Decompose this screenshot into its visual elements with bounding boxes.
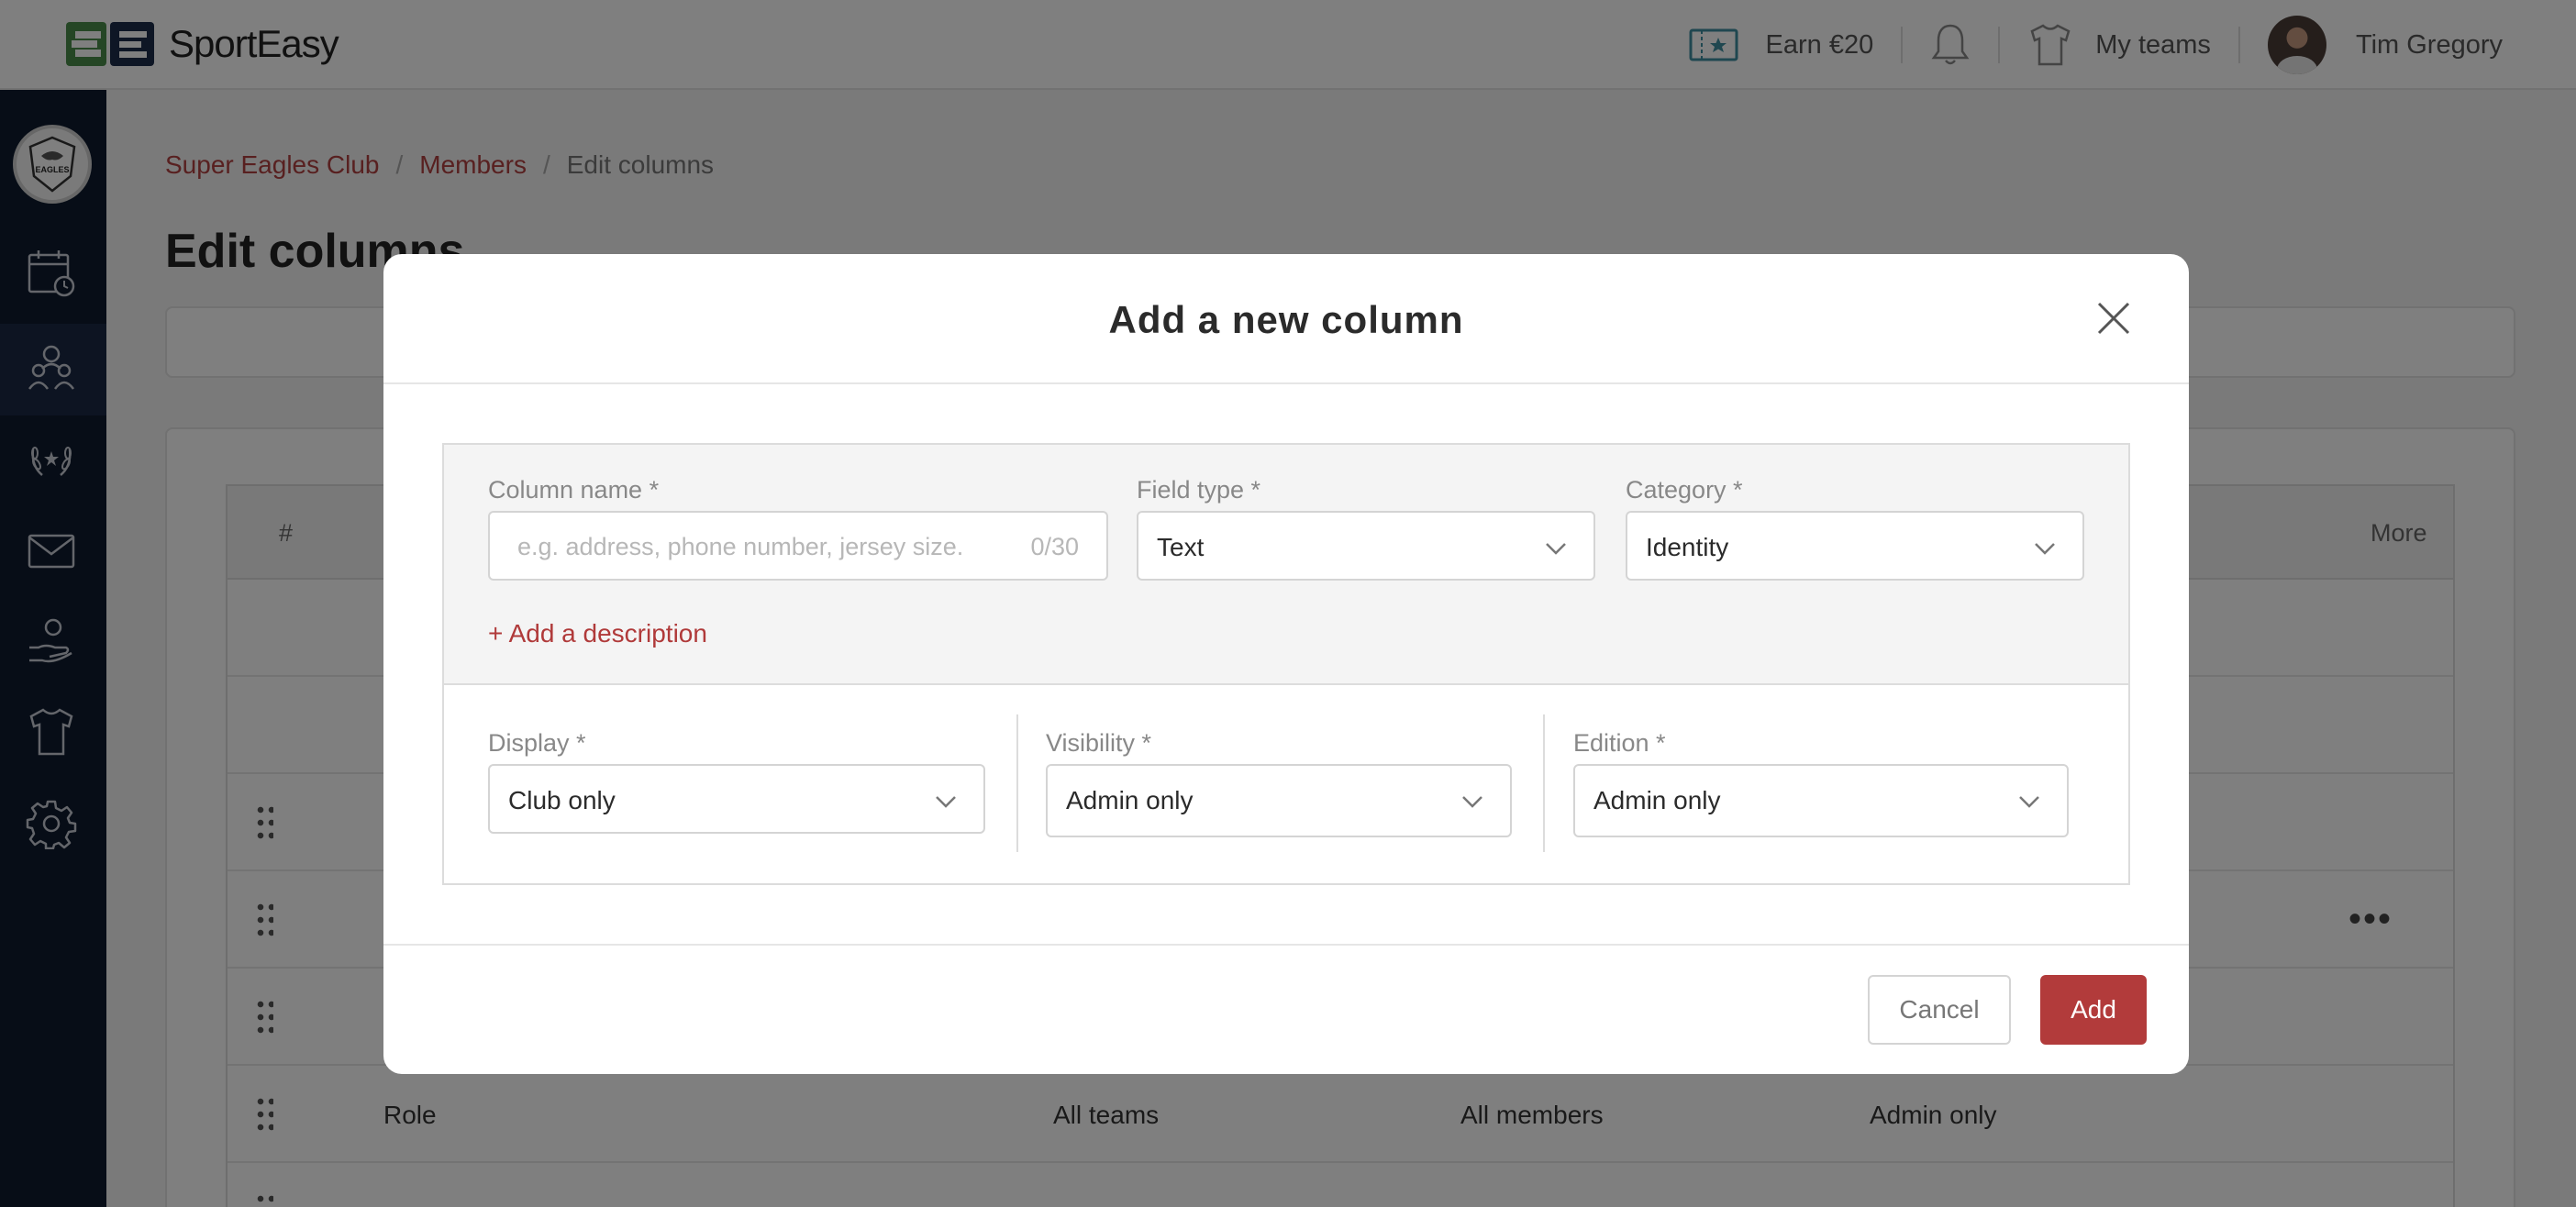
cancel-button[interactable]: Cancel bbox=[1868, 975, 2011, 1045]
section-divider bbox=[1543, 714, 1545, 852]
column-definition-section: Column name * e.g. address, phone number… bbox=[444, 445, 2128, 685]
section-divider bbox=[1016, 714, 1018, 852]
modal-title: Add a new column bbox=[1108, 298, 1464, 341]
category-select[interactable]: Identity bbox=[1626, 511, 2084, 581]
column-name-label: Column name * bbox=[488, 476, 660, 504]
modal-footer: Cancel Add bbox=[383, 944, 2189, 1074]
chevron-down-icon bbox=[936, 796, 956, 808]
visibility-select[interactable]: Admin only bbox=[1046, 764, 1512, 837]
field-type-label: Field type * bbox=[1137, 476, 1261, 504]
permissions-section: Display * Club only Visibility * Admin o… bbox=[444, 685, 2128, 883]
add-column-modal: Add a new column Column name * e.g. addr… bbox=[383, 254, 2189, 1074]
chevron-down-icon bbox=[1546, 543, 1566, 555]
column-form: Column name * e.g. address, phone number… bbox=[442, 443, 2130, 885]
modal-header: Add a new column bbox=[383, 254, 2189, 384]
display-value: Club only bbox=[508, 786, 616, 814]
visibility-label: Visibility * bbox=[1046, 729, 1152, 757]
chevron-down-icon bbox=[1462, 796, 1482, 808]
display-label: Display * bbox=[488, 729, 586, 757]
add-button[interactable]: Add bbox=[2040, 975, 2147, 1045]
edition-select[interactable]: Admin only bbox=[1573, 764, 2069, 837]
category-value: Identity bbox=[1646, 533, 1729, 561]
field-type-value: Text bbox=[1157, 533, 1205, 561]
close-icon[interactable] bbox=[2093, 298, 2134, 338]
column-name-placeholder: e.g. address, phone number, jersey size. bbox=[517, 533, 964, 560]
category-label: Category * bbox=[1626, 476, 1743, 504]
chevron-down-icon bbox=[2019, 796, 2039, 808]
field-type-select[interactable]: Text bbox=[1137, 511, 1595, 581]
chevron-down-icon bbox=[2035, 543, 2055, 555]
add-description-link[interactable]: + Add a description bbox=[488, 619, 707, 648]
column-name-input[interactable]: e.g. address, phone number, jersey size.… bbox=[488, 511, 1108, 581]
edition-label: Edition * bbox=[1573, 729, 1666, 757]
visibility-value: Admin only bbox=[1066, 786, 1194, 814]
character-counter: 0/30 bbox=[1030, 533, 1079, 560]
edition-value: Admin only bbox=[1593, 786, 1721, 814]
display-select[interactable]: Club only bbox=[488, 764, 985, 834]
